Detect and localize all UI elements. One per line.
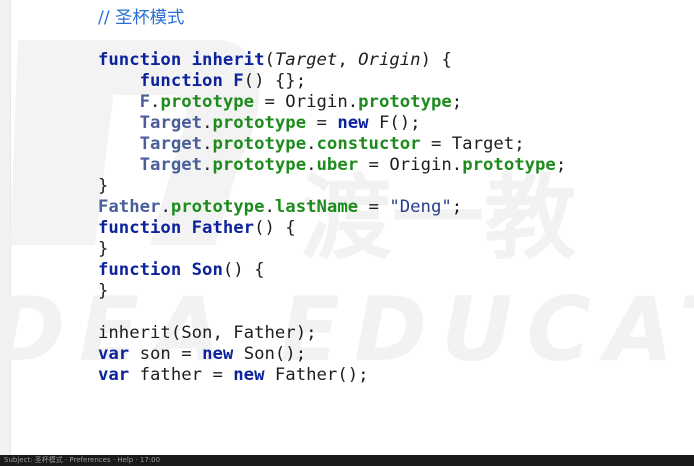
identifier: F [139, 92, 151, 112]
property: prototype [160, 92, 255, 112]
identifier: Father [233, 323, 296, 343]
status-bar: Subject: 圣杯模式 · Preferences · Help · 17:… [0, 455, 694, 466]
code-line-13: function Son() { [98, 260, 265, 280]
keyword: new [202, 344, 234, 364]
code-line-7: Target.prototype.constuctor = Target; [139, 134, 525, 154]
property: prototype [212, 155, 307, 175]
identifier: Origin [285, 92, 348, 112]
code-line-3: function inherit(Target, Origin) { [98, 50, 452, 70]
identifier: son [139, 344, 171, 364]
property: prototype [358, 92, 452, 112]
keyword: var [98, 365, 130, 385]
code-line-1: // 圣杯模式 [98, 8, 566, 29]
keyword: new [337, 113, 369, 133]
property: prototype [212, 134, 307, 154]
keyword: function [98, 218, 182, 238]
keyword: var [98, 344, 130, 364]
function-name: inherit [191, 50, 265, 70]
property: prototype [212, 113, 307, 133]
function-name: F [233, 71, 244, 91]
status-bar-text: Subject: 圣杯模式 · Preferences · Help · 17:… [4, 456, 161, 464]
code-line-5: F.prototype = Origin.prototype; [139, 92, 463, 112]
identifier: inherit [98, 323, 171, 343]
function-name: Son [191, 260, 223, 280]
identifier: Origin [389, 155, 452, 175]
identifier: Target [139, 113, 203, 133]
code-line-12: } [98, 239, 109, 259]
code-line-8: Target.prototype.uber = Origin.prototype… [139, 155, 567, 175]
param: Origin [358, 50, 421, 70]
code-line-14: } [98, 281, 109, 301]
identifier: F [378, 113, 390, 133]
param: Target [274, 50, 338, 70]
property: prototype [462, 155, 556, 175]
property: prototype [170, 197, 265, 217]
identifier: Target [139, 134, 203, 154]
keyword: new [233, 365, 265, 385]
identifier: Son [181, 323, 213, 343]
code-comment: // 圣杯模式 [98, 8, 185, 28]
keyword: function [98, 50, 182, 70]
code-editor[interactable]: // 圣杯模式 function inherit(Target, Origin)… [98, 8, 566, 386]
identifier: Father [274, 365, 338, 385]
code-line-16: inherit(Son, Father); [98, 323, 317, 343]
property: lastName [274, 197, 359, 217]
identifier: Target [139, 155, 203, 175]
code-line-17: var son = new Son(); [98, 344, 307, 364]
keyword: function [98, 260, 182, 280]
code-line-4: function F() {}; [139, 71, 307, 91]
editor-gutter [0, 0, 11, 455]
code-line-11: function Father() { [98, 218, 296, 238]
code-line-9: } [98, 176, 109, 196]
identifier: Target [451, 134, 515, 154]
property: constuctor [316, 134, 421, 154]
function-name: Father [191, 218, 255, 238]
identifier: father [139, 365, 203, 385]
code-line-18: var father = new Father(); [98, 365, 369, 385]
code-line-6: Target.prototype = new F(); [139, 113, 421, 133]
string-literal: "Deng" [389, 197, 452, 217]
property: uber [316, 155, 359, 175]
identifier: Father [98, 197, 161, 217]
identifier: Son [243, 344, 275, 364]
code-line-10: Father.prototype.lastName = "Deng"; [98, 197, 463, 217]
keyword: function [139, 71, 223, 91]
